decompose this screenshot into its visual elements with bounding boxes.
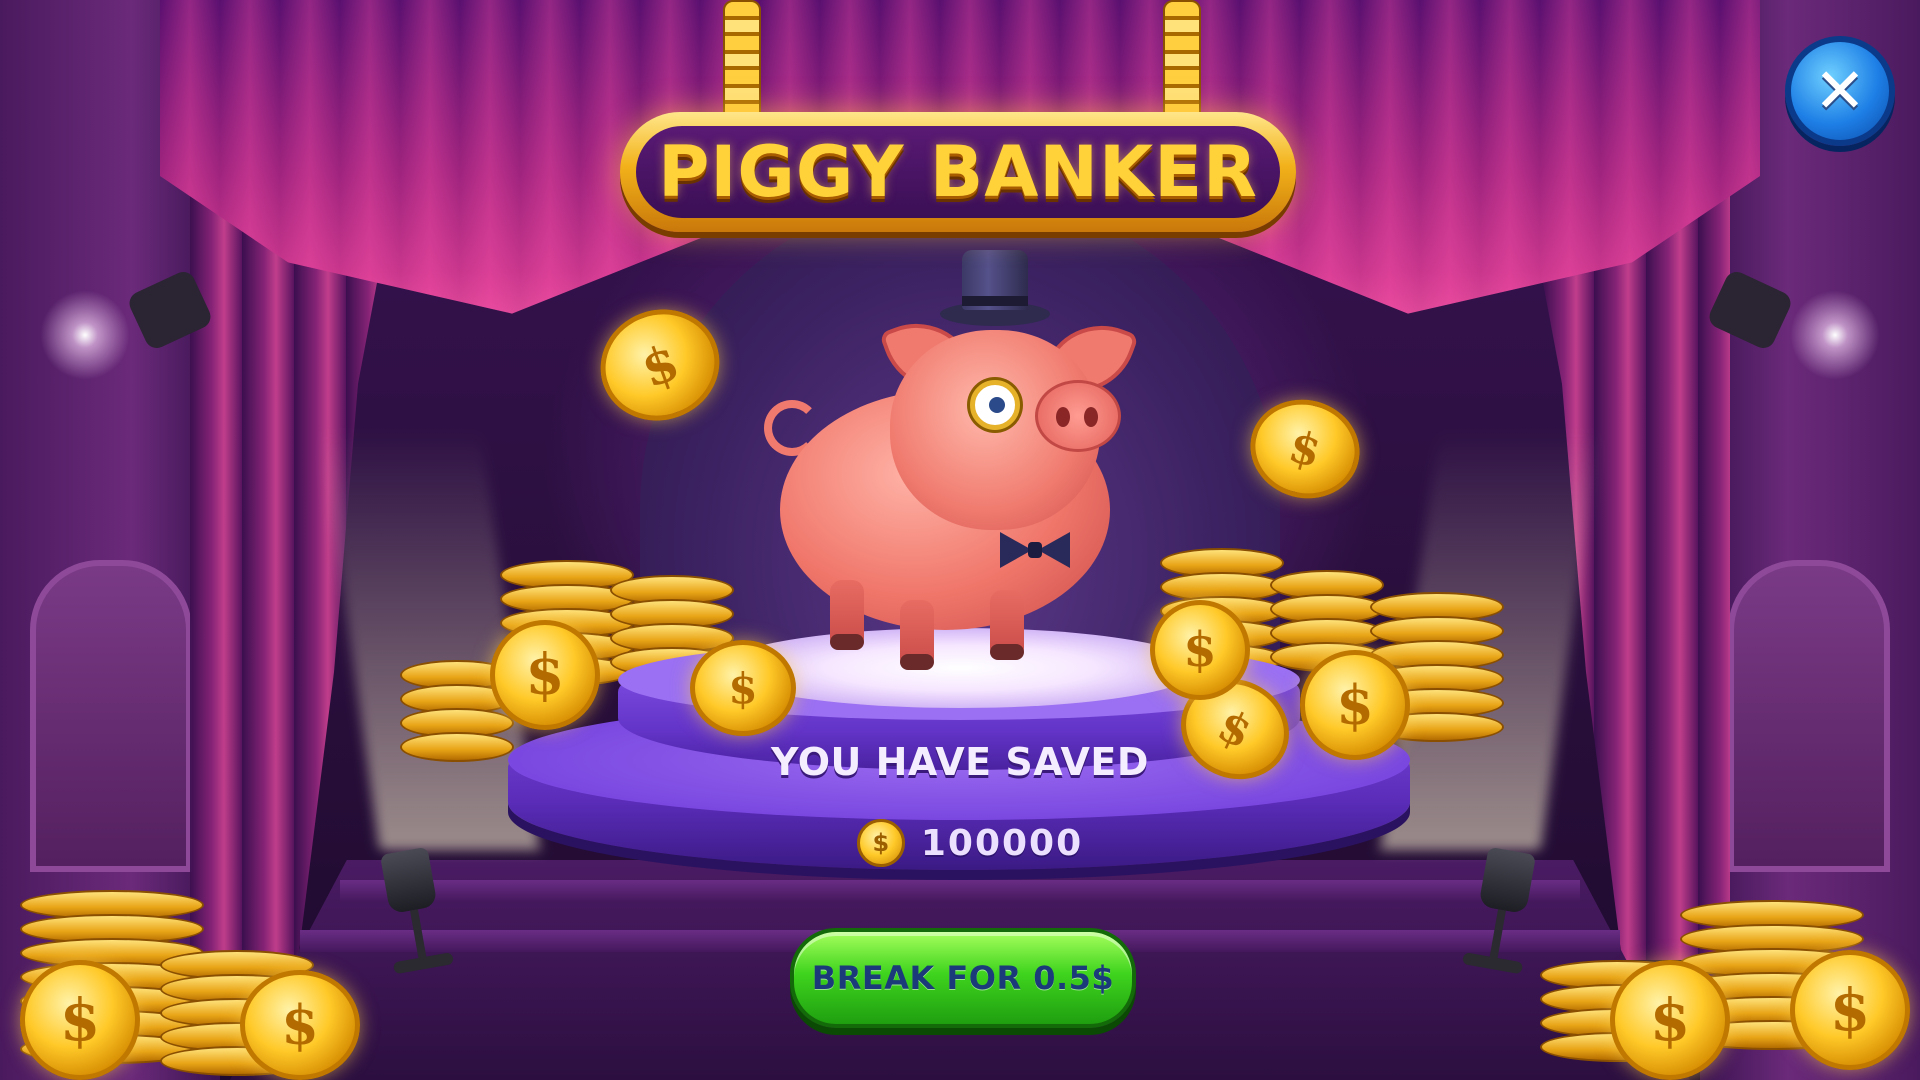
piggy-bank-character [764, 250, 1170, 670]
coin-icon: $ [20, 960, 140, 1080]
saved-amount: 100000 [920, 822, 1084, 864]
close-icon: ✕ [1814, 54, 1866, 127]
stage-step [340, 880, 1580, 902]
left-door [30, 560, 192, 872]
break-piggy-button[interactable]: BREAK FOR 0.5$ [790, 928, 1136, 1028]
coin-icon: $ [1790, 950, 1910, 1070]
right-light-glow [1790, 290, 1880, 380]
coin-icon: $ [856, 819, 905, 867]
close-button[interactable]: ✕ [1785, 36, 1895, 146]
bowtie-icon [1000, 532, 1070, 568]
coin-icon: $ [240, 970, 360, 1080]
saved-label: YOU HAVE SAVED [771, 740, 1149, 784]
pig-leg [830, 580, 864, 650]
pig-leg [990, 590, 1024, 660]
game-title: PIGGY BANKER [658, 131, 1258, 213]
saved-amount-row: $ 100000 [820, 818, 1120, 868]
right-door [1728, 560, 1890, 872]
left-light-glow [40, 290, 130, 380]
game-scene: YOU HAVE SAVED $ 100000 $ $ $ $ $ $ $ $ … [0, 0, 1920, 1080]
coin-icon: $ [490, 620, 600, 730]
title-inner: PIGGY BANKER [636, 126, 1280, 218]
coin-icon: $ [1610, 960, 1730, 1080]
pig-snout [1035, 380, 1121, 452]
pig-leg [900, 600, 934, 670]
coin-icon: $ [1300, 650, 1410, 760]
monocle-icon [970, 380, 1020, 430]
top-hat-band [962, 296, 1028, 306]
title-plate: PIGGY BANKER [620, 112, 1296, 232]
break-button-label: BREAK FOR 0.5$ [811, 959, 1115, 997]
